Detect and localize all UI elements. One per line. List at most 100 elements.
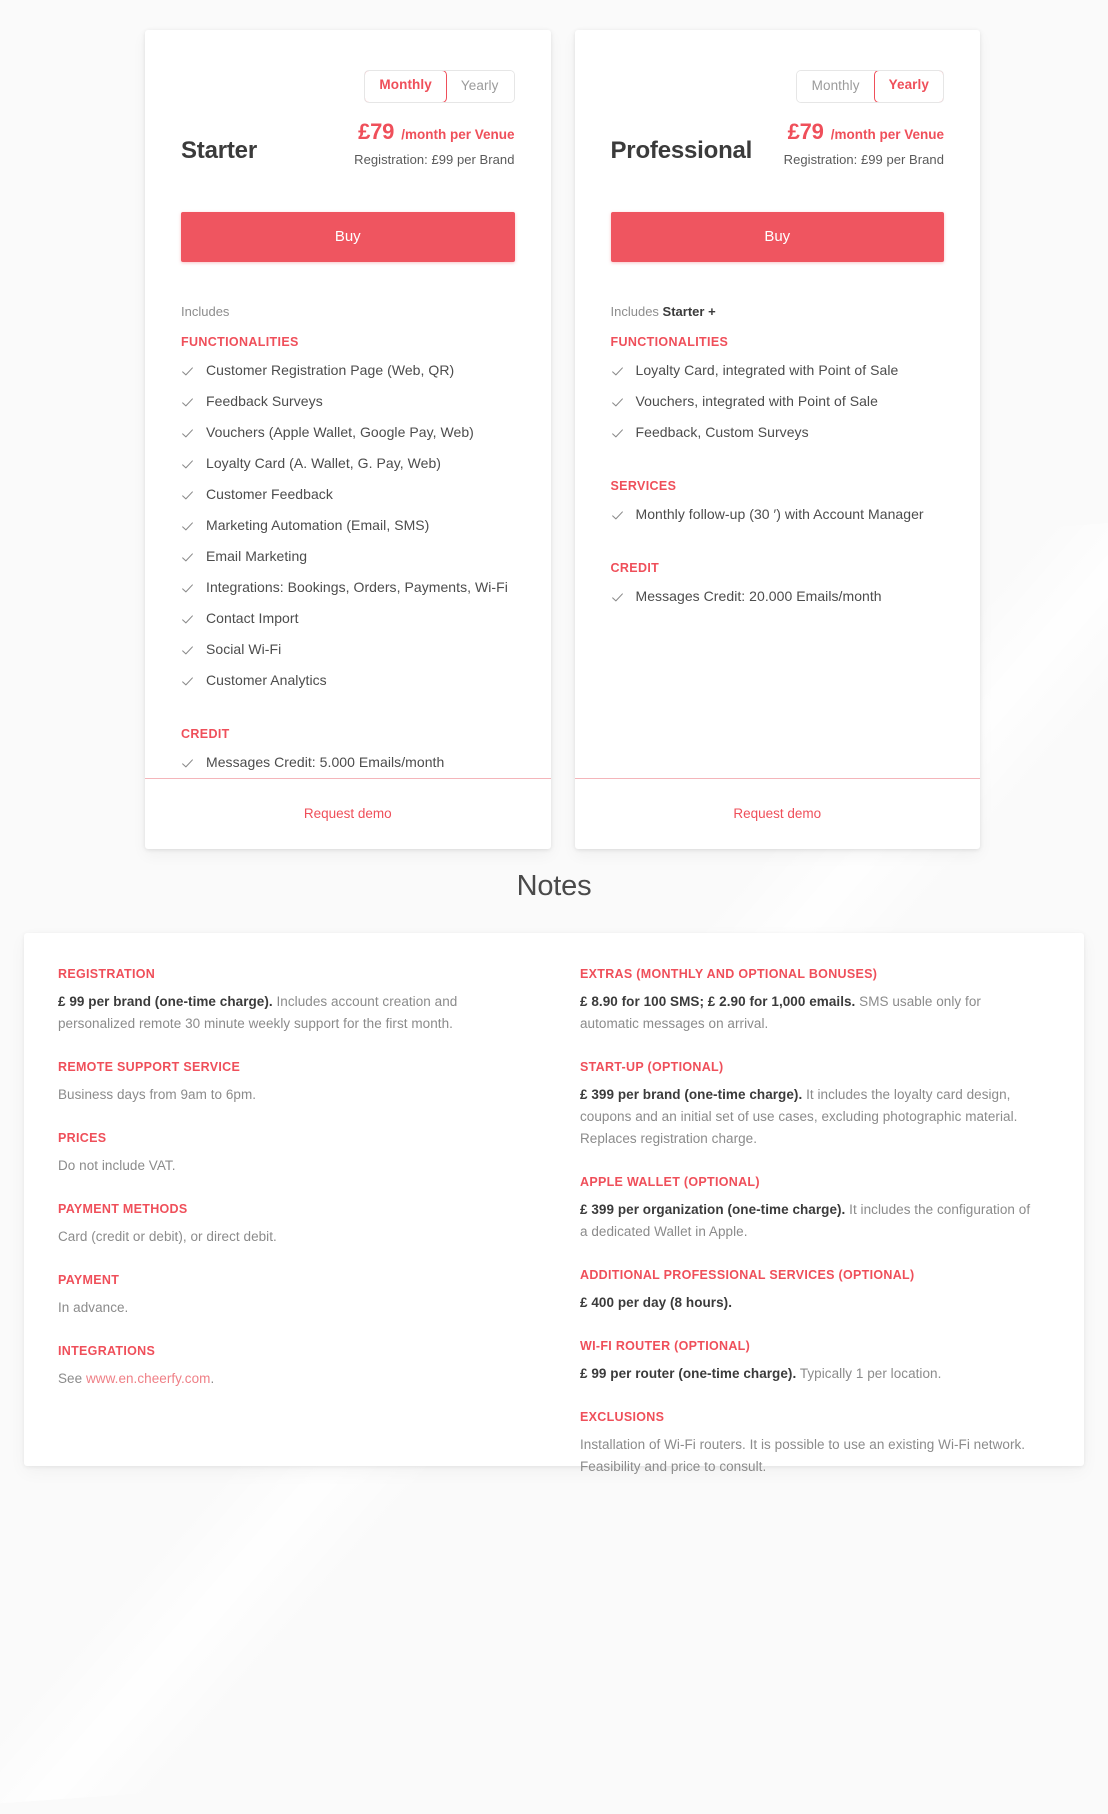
check-icon bbox=[181, 427, 194, 440]
section-title-credit-starter: CREDIT bbox=[181, 726, 230, 741]
feature-label: Customer Registration Page (Web, QR) bbox=[206, 361, 455, 378]
plan-header-professional: Professional £79 /month per Venue Regist… bbox=[611, 103, 945, 177]
note-after-link: . bbox=[210, 1371, 215, 1386]
note-body: Do not include VAT. bbox=[58, 1155, 520, 1177]
note-block-remote-support-service: REMOTE SUPPORT SERVICE Business days fro… bbox=[58, 1060, 520, 1106]
billing-toggle-monthly-starter[interactable]: Monthly bbox=[365, 70, 447, 102]
feature-item: Messages Credit: 5.000 Emails/month bbox=[181, 747, 515, 778]
plan-footer-professional: Request demo bbox=[574, 777, 980, 849]
section-title-credit-professional: CREDIT bbox=[610, 560, 660, 575]
feature-label: Customer Analytics bbox=[206, 671, 327, 688]
note-body: See www.en.cheerfy.com. bbox=[58, 1368, 520, 1390]
note-heading: APPLE WALLET (OPTIONAL) bbox=[580, 1175, 760, 1189]
plan-card-professional: Monthly Yearly Professional £79 /month p… bbox=[574, 30, 981, 849]
note-block-prices: PRICES Do not include VAT. bbox=[58, 1131, 520, 1177]
note-body: Card (credit or debit), or direct debit. bbox=[58, 1226, 520, 1248]
feature-item: Customer Analytics bbox=[181, 665, 515, 696]
plan-registration-note-professional: Registration: £99 per Brand bbox=[783, 151, 944, 167]
note-rest: Installation of Wi-Fi routers. It is pos… bbox=[580, 1437, 1026, 1474]
plan-price-unit-professional: /month per Venue bbox=[830, 126, 944, 142]
note-block-additional-professional-services: ADDITIONAL PROFESSIONAL SERVICES (OPTION… bbox=[580, 1268, 1040, 1314]
buy-button-professional[interactable]: Buy bbox=[610, 211, 944, 262]
feature-item: Feedback Surveys bbox=[181, 386, 515, 417]
check-icon bbox=[611, 591, 624, 604]
billing-toggle-professional[interactable]: Monthly Yearly bbox=[795, 70, 944, 103]
cheerfy-website-link[interactable]: www.en.cheerfy.com bbox=[86, 1371, 210, 1386]
feature-label: Email Marketing bbox=[206, 547, 308, 564]
note-rest: In advance. bbox=[58, 1300, 129, 1315]
note-block-integrations: INTEGRATIONS See www.en.cheerfy.com. bbox=[58, 1344, 520, 1390]
note-body: In advance. bbox=[58, 1297, 520, 1319]
request-demo-link-professional[interactable]: Request demo bbox=[733, 806, 821, 821]
feature-label: Messages Credit: 5.000 Emails/month bbox=[206, 753, 445, 770]
plan-price-block-starter: £79 /month per Venue Registration: £99 p… bbox=[354, 119, 514, 167]
feature-label: Social Wi-Fi bbox=[206, 640, 282, 657]
check-icon bbox=[181, 644, 194, 657]
check-icon bbox=[181, 489, 194, 502]
includes-prefix-professional: Includes bbox=[610, 303, 659, 319]
feature-label: Contact Import bbox=[206, 609, 299, 626]
note-block-apple-wallet: APPLE WALLET (OPTIONAL) £ 399 per organi… bbox=[580, 1175, 1040, 1243]
notes-section-title: Notes bbox=[516, 870, 592, 902]
feature-label: Vouchers (Apple Wallet, Google Pay, Web) bbox=[206, 423, 474, 440]
check-icon bbox=[181, 458, 194, 471]
feature-item: Feedback, Custom Surveys bbox=[611, 417, 945, 448]
feature-label: Feedback, Custom Surveys bbox=[635, 423, 809, 440]
feature-item: Monthly follow-up (30 ′) with Account Ma… bbox=[611, 499, 945, 530]
feature-item: Customer Registration Page (Web, QR) bbox=[181, 355, 515, 386]
billing-toggle-yearly-starter[interactable]: Yearly bbox=[445, 71, 514, 102]
pricing-page: Monthly Yearly Starter £79 /month per Ve… bbox=[0, 0, 1108, 1490]
feature-label: Feedback Surveys bbox=[206, 392, 323, 409]
check-icon bbox=[181, 396, 194, 409]
feature-item: Loyalty Card, integrated with Point of S… bbox=[611, 355, 945, 386]
section-title-services-professional: SERVICES bbox=[610, 478, 677, 493]
note-block-registration: REGISTRATION £ 99 per brand (one-time ch… bbox=[58, 967, 520, 1035]
check-icon bbox=[611, 365, 624, 378]
feature-label: Loyalty Card (A. Wallet, G. Pay, Web) bbox=[206, 454, 441, 471]
check-icon bbox=[181, 520, 194, 533]
feature-item: Customer Feedback bbox=[181, 479, 515, 510]
feature-label: Messages Credit: 20.000 Emails/month bbox=[635, 587, 882, 604]
feature-item: Marketing Automation (Email, SMS) bbox=[181, 510, 515, 541]
section-title-functionalities-starter: FUNCTIONALITIES bbox=[181, 334, 299, 349]
note-body: £ 8.90 for 100 SMS; £ 2.90 for 1,000 ema… bbox=[580, 991, 1040, 1035]
billing-toggle-yearly-professional[interactable]: Yearly bbox=[873, 70, 943, 102]
note-body: £ 399 per organization (one-time charge)… bbox=[580, 1199, 1040, 1243]
note-block-payment-methods: PAYMENT METHODS Card (credit or debit), … bbox=[58, 1202, 520, 1248]
includes-prefix-starter: Includes bbox=[181, 303, 230, 319]
plan-price-line-professional: £79 /month per Venue bbox=[784, 119, 944, 145]
note-heading: PAYMENT METHODS bbox=[58, 1202, 188, 1216]
plan-body-professional: Monthly Yearly Professional £79 /month p… bbox=[575, 30, 981, 778]
feature-label: Monthly follow-up (30 ′) with Account Ma… bbox=[635, 505, 924, 522]
billing-toggle-starter[interactable]: Monthly Yearly bbox=[364, 70, 515, 103]
billing-toggle-monthly-professional[interactable]: Monthly bbox=[796, 71, 875, 102]
note-body: Business days from 9am to 6pm. bbox=[58, 1084, 520, 1106]
feature-item: Vouchers, integrated with Point of Sale bbox=[611, 386, 945, 417]
request-demo-link-starter[interactable]: Request demo bbox=[304, 806, 392, 821]
check-icon bbox=[611, 396, 624, 409]
note-rest: Do not include VAT. bbox=[58, 1158, 176, 1173]
buy-button-starter[interactable]: Buy bbox=[181, 211, 515, 262]
note-body: £ 99 per brand (one-time charge). Includ… bbox=[58, 991, 520, 1035]
note-block-start-up: START-UP (OPTIONAL) £ 399 per brand (one… bbox=[580, 1060, 1040, 1150]
note-block-wifi-router: WI-FI ROUTER (OPTIONAL) £ 99 per router … bbox=[580, 1339, 1040, 1385]
feature-item: Contact Import bbox=[181, 603, 515, 634]
notes-column-left: REGISTRATION £ 99 per brand (one-time ch… bbox=[58, 967, 554, 1446]
note-heading: PAYMENT bbox=[58, 1273, 120, 1287]
feature-list-functionalities-professional: Loyalty Card, integrated with Point of S… bbox=[611, 355, 945, 448]
feature-label: Integrations: Bookings, Orders, Payments… bbox=[206, 578, 508, 595]
check-icon bbox=[181, 365, 194, 378]
note-strong: £ 8.90 for 100 SMS; £ 2.90 for 1,000 ema… bbox=[580, 994, 856, 1009]
includes-line-professional: Includes Starter + bbox=[611, 304, 945, 319]
plan-price-amount-starter: £79 bbox=[358, 118, 395, 144]
note-body: £ 399 per brand (one-time charge). It in… bbox=[580, 1084, 1040, 1150]
check-icon bbox=[181, 757, 194, 770]
note-heading: REMOTE SUPPORT SERVICE bbox=[58, 1060, 241, 1074]
note-heading: ADDITIONAL PROFESSIONAL SERVICES (OPTION… bbox=[580, 1268, 915, 1282]
feature-item: Vouchers (Apple Wallet, Google Pay, Web) bbox=[181, 417, 515, 448]
feature-list-functionalities-starter: Customer Registration Page (Web, QR) Fee… bbox=[181, 355, 515, 696]
includes-strong-professional: Starter + bbox=[662, 303, 716, 319]
plan-name-professional: Professional bbox=[610, 136, 753, 164]
note-block-extras: EXTRAS (MONTHLY AND OPTIONAL BONUSES) £ … bbox=[580, 967, 1040, 1035]
note-rest: Card (credit or debit), or direct debit. bbox=[58, 1229, 277, 1244]
